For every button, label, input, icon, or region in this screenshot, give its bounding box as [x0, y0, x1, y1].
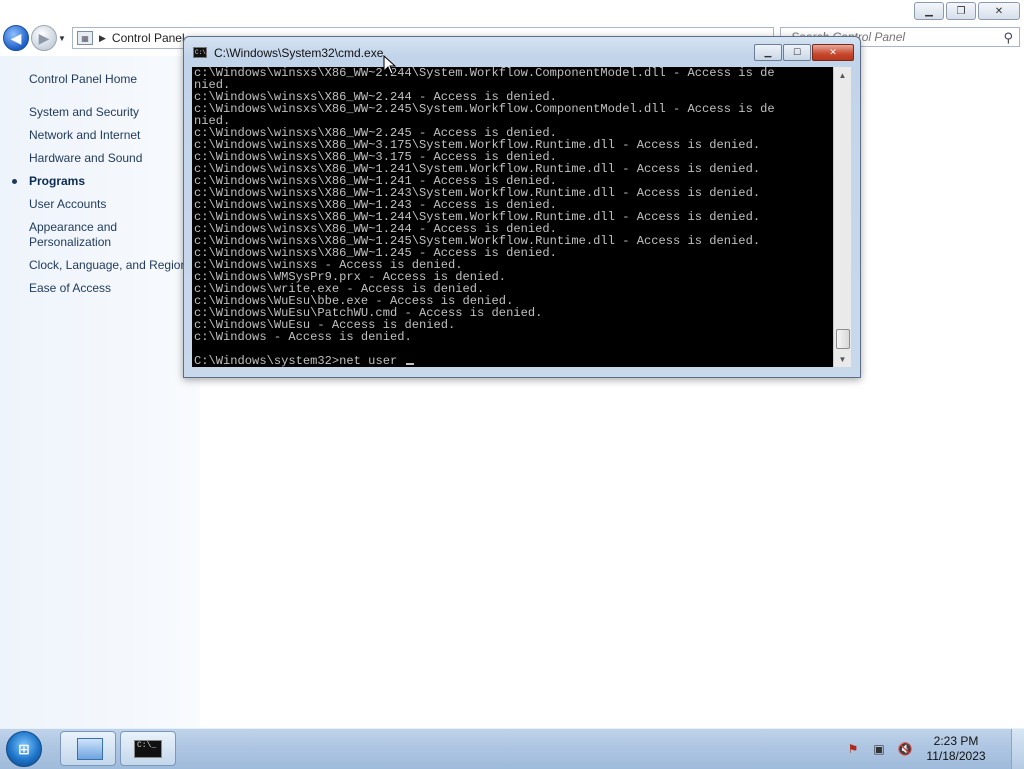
active-bullet-icon: [12, 179, 17, 184]
scroll-down-button[interactable]: ▼: [834, 351, 851, 367]
sidebar-item-hardware-and-sound[interactable]: Hardware and Sound: [29, 151, 187, 166]
cmd-minimize-button[interactable]: ▁: [754, 44, 782, 61]
taskbar-control-panel-button[interactable]: [60, 731, 116, 766]
search-icon[interactable]: ⚲: [1003, 30, 1013, 46]
typed-command: net user: [339, 354, 405, 367]
windows-logo-icon: ⊞: [18, 740, 30, 757]
close-icon: ✕: [994, 5, 1004, 17]
text-cursor: [406, 363, 415, 365]
clock-time: 2:23 PM: [933, 734, 979, 748]
network-icon[interactable]: ▣: [869, 740, 889, 758]
forward-arrow-icon: ▶: [38, 29, 50, 46]
sidebar-item-clock-language-region[interactable]: Clock, Language, and Region: [29, 258, 187, 273]
chevron-down-icon: ▼: [838, 354, 847, 364]
sidebar-item-network-and-internet[interactable]: Network and Internet: [29, 128, 187, 143]
chevron-right-icon[interactable]: ▶: [99, 33, 106, 44]
maximize-icon: ☐: [792, 47, 802, 57]
console-scrollbar[interactable]: ▲ ▼: [833, 67, 851, 367]
cmd-window[interactable]: C:\ C:\Windows\System32\cmd.exe ▁ ☐ ✕ c:…: [183, 36, 861, 378]
recent-pages-dropdown[interactable]: ▼: [58, 34, 66, 43]
sidebar-item-label: Programs: [29, 174, 86, 188]
scrollbar-thumb[interactable]: [836, 329, 850, 349]
cmd-close-button[interactable]: ✕: [812, 44, 854, 61]
restore-icon: ❐: [956, 5, 966, 17]
show-desktop-button[interactable]: [1011, 729, 1024, 769]
clock[interactable]: 2:23 PM 11/18/2023: [921, 734, 991, 764]
prompt-path: C:\Windows\system32>: [194, 354, 340, 367]
sidebar-item-appearance-and-personalization[interactable]: Appearance and Personalization: [29, 220, 187, 250]
back-button[interactable]: ◀: [3, 25, 29, 51]
system-tray: ⚑ ▣ 🔇 2:23 PM 11/18/2023: [843, 729, 1024, 769]
forward-button[interactable]: ▶: [31, 25, 57, 51]
sidebar-category-list: System and Security Network and Internet…: [12, 105, 187, 304]
command-prompt-line[interactable]: C:\Windows\system32>net user: [194, 354, 415, 367]
sidebar-item-programs[interactable]: Programs: [12, 174, 187, 189]
control-panel-icon: [77, 738, 103, 760]
start-button[interactable]: ⊞: [6, 731, 42, 767]
cmd-app-icon[interactable]: C:\: [193, 47, 207, 58]
console-output-area[interactable]: c:\Windows\winsxs\X86_WW~2.244\System.Wo…: [192, 67, 833, 367]
control-panel-icon: ▦: [77, 31, 93, 45]
volume-muted-icon[interactable]: 🔇: [895, 740, 915, 758]
close-button[interactable]: ✕: [978, 2, 1020, 20]
sidebar-item-user-accounts[interactable]: User Accounts: [29, 197, 187, 212]
cmd-window-title: C:\Windows\System32\cmd.exe: [214, 46, 384, 60]
control-panel-home-link[interactable]: Control Panel Home: [29, 72, 137, 86]
maximize-button[interactable]: ❐: [946, 2, 976, 20]
clock-date: 11/18/2023: [926, 749, 986, 763]
action-center-flag-icon[interactable]: ⚑: [843, 740, 863, 758]
mouse-pointer-icon: [383, 55, 397, 75]
back-arrow-icon: ◀: [10, 29, 22, 46]
scroll-up-button[interactable]: ▲: [834, 67, 851, 83]
cmd-icon: C:\_: [134, 740, 162, 758]
console-output-text: c:\Windows\winsxs\X86_WW~2.244\System.Wo…: [194, 67, 775, 344]
minimize-button[interactable]: ▁: [914, 2, 944, 20]
sidebar: Control Panel Home System and Security N…: [0, 56, 200, 728]
breadcrumb-control-panel[interactable]: Control Panel: [112, 31, 185, 45]
cmd-titlebar[interactable]: C:\ C:\Windows\System32\cmd.exe ▁ ☐ ✕: [184, 37, 860, 65]
sidebar-item-ease-of-access[interactable]: Ease of Access: [29, 281, 187, 296]
control-panel-caption-buttons: ▁ ❐ ✕: [914, 2, 1020, 20]
minimize-icon: ▁: [764, 47, 772, 57]
taskbar: ⊞ C:\_ ⚑ ▣ 🔇 2:23 PM 11/18/2023: [0, 728, 1024, 769]
taskbar-cmd-button[interactable]: C:\_: [120, 731, 176, 766]
cmd-caption-buttons: ▁ ☐ ✕: [754, 44, 854, 61]
minimize-icon: ▁: [925, 5, 933, 17]
cmd-maximize-button[interactable]: ☐: [783, 44, 811, 61]
chevron-up-icon: ▲: [838, 70, 847, 80]
sidebar-item-system-and-security[interactable]: System and Security: [29, 105, 187, 120]
close-icon: ✕: [829, 47, 837, 57]
